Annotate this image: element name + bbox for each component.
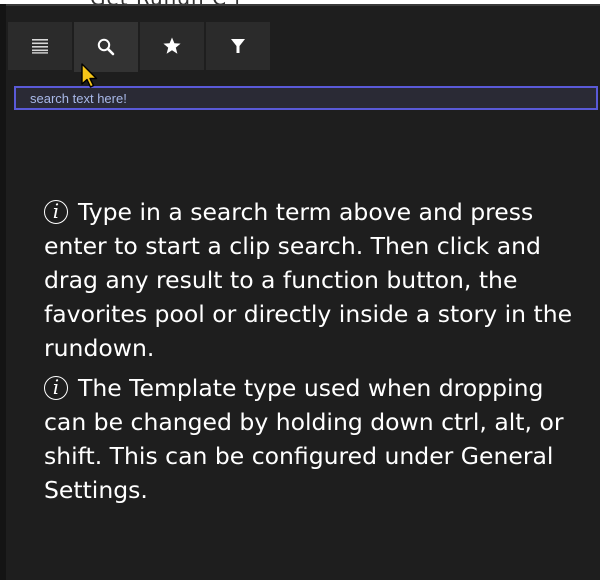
help-paragraph-2-text: The Template type used when dropping can… — [44, 374, 564, 504]
filter-icon — [231, 39, 245, 53]
info-icon: i — [44, 376, 68, 400]
list-icon — [32, 39, 48, 54]
panel-edge — [0, 4, 6, 580]
search-icon — [97, 38, 115, 56]
info-icon: i — [44, 200, 68, 224]
help-text: i Type in a search term above and press e… — [44, 195, 584, 513]
help-paragraph-1-text: Type in a search term above and press en… — [44, 198, 573, 362]
search-input[interactable] — [14, 86, 598, 110]
favorites-button[interactable] — [140, 22, 204, 70]
star-icon — [163, 37, 181, 54]
clip-search-window: Get Rundn C i — [0, 0, 600, 580]
list-view-button[interactable] — [8, 22, 72, 70]
help-paragraph-template: i The Template type used when dropping ca… — [44, 371, 584, 507]
mouse-cursor-icon — [81, 63, 98, 88]
filter-button[interactable] — [206, 22, 270, 70]
search-row — [14, 86, 598, 110]
help-paragraph-search: i Type in a search term above and press e… — [44, 195, 584, 365]
panel-toolbar — [8, 22, 270, 72]
